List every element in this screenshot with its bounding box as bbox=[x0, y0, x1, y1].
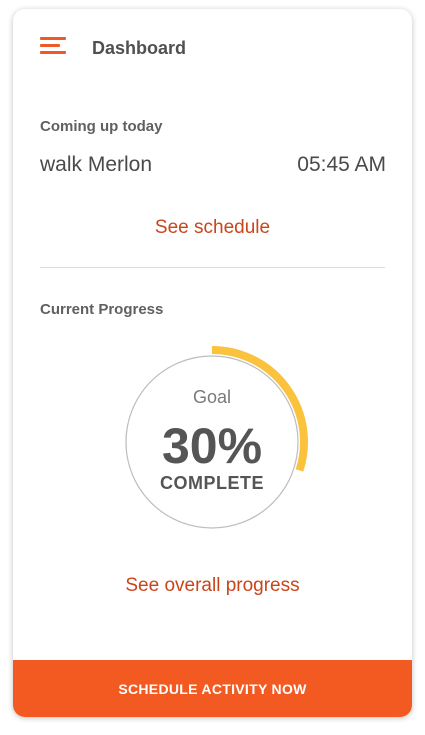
goal-label: Goal bbox=[192, 387, 232, 407]
see-schedule-link[interactable]: See schedule bbox=[13, 217, 412, 239]
goal-percent: 30% bbox=[161, 418, 263, 474]
section-divider bbox=[40, 267, 385, 268]
upcoming-section-label: Coming up today bbox=[40, 118, 163, 135]
goal-complete-label: COMPLETE bbox=[159, 473, 264, 493]
see-overall-progress-link[interactable]: See overall progress bbox=[13, 575, 412, 597]
progress-section-label: Current Progress bbox=[40, 301, 164, 318]
schedule-activity-button[interactable]: SCHEDULE ACTIVITY NOW bbox=[13, 660, 412, 717]
page-title: Dashboard bbox=[92, 38, 187, 58]
dashboard-card: Dashboard Coming up today walk Merlon 05… bbox=[13, 9, 412, 717]
upcoming-activity-name: walk Merlon bbox=[40, 153, 153, 176]
upcoming-activity-time: 05:45 AM bbox=[297, 153, 386, 176]
header: Dashboard bbox=[13, 9, 412, 87]
progress-ring: Goal 30% COMPLETE bbox=[112, 342, 312, 542]
hamburger-menu-icon[interactable] bbox=[40, 37, 68, 55]
